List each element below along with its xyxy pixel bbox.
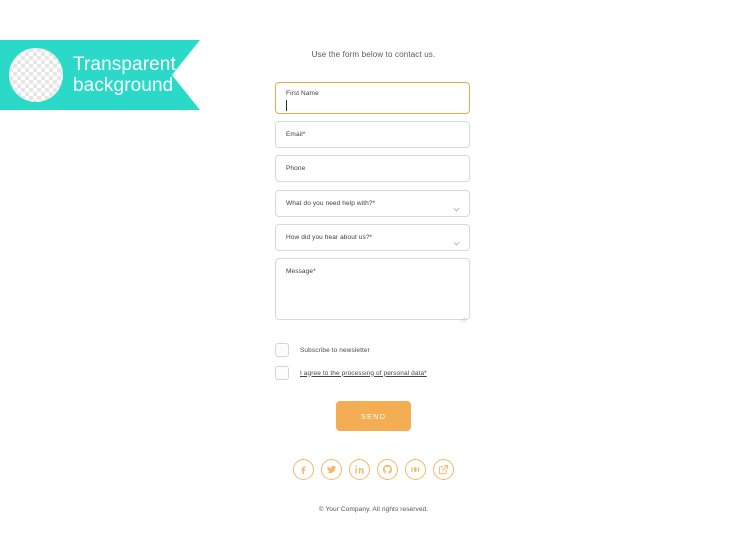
facebook-icon: [298, 464, 309, 475]
phone-label: Phone: [286, 165, 306, 172]
first-name-field[interactable]: First Name: [275, 82, 470, 114]
twitter-icon: [326, 464, 337, 475]
social-link-github[interactable]: [377, 459, 398, 480]
message-label: Message*: [286, 268, 316, 275]
message-textarea[interactable]: Message*: [275, 258, 470, 323]
email-field[interactable]: Email*: [275, 121, 470, 148]
text-cursor: [286, 100, 287, 111]
first-name-label: First Name: [286, 90, 319, 97]
social-link-medium[interactable]: [405, 459, 426, 480]
phone-field[interactable]: Phone: [275, 155, 470, 182]
referral-source-label: How did you hear about us?*: [286, 234, 373, 241]
send-button[interactable]: SEND: [336, 401, 411, 431]
social-link-external[interactable]: [433, 459, 454, 480]
referral-source-select[interactable]: How did you hear about us?*: [275, 224, 470, 251]
gdpr-consent-checkbox[interactable]: [275, 366, 289, 380]
social-link-facebook[interactable]: [293, 459, 314, 480]
external-link-icon: [438, 464, 449, 475]
newsletter-checkbox-label: Subscribe to newsletter: [300, 346, 370, 354]
footer-copyright: © Your Company. All rights reserved.: [318, 506, 429, 513]
resize-handle-icon[interactable]: [460, 310, 467, 323]
social-links: [275, 459, 472, 480]
help-topic-label: What do you need help with?*: [286, 200, 376, 207]
help-topic-select[interactable]: What do you need help with?*: [275, 190, 470, 217]
form-intro-text: Use the form below to contact us.: [311, 50, 436, 59]
linkedin-icon: [354, 464, 365, 475]
chevron-down-icon: [453, 200, 460, 212]
medium-icon: [410, 464, 421, 475]
gdpr-consent-checkbox-row[interactable]: I agree to the processing of personal da…: [275, 366, 427, 380]
contact-form-page: Use the form below to contact us. First …: [0, 0, 750, 550]
chevron-down-icon: [453, 234, 460, 246]
github-icon: [382, 464, 393, 475]
gdpr-consent-link[interactable]: I agree to the processing of personal da…: [300, 370, 427, 377]
newsletter-checkbox[interactable]: [275, 343, 289, 357]
social-link-linkedin[interactable]: [349, 459, 370, 480]
newsletter-checkbox-row[interactable]: Subscribe to newsletter: [275, 343, 370, 357]
social-link-twitter[interactable]: [321, 459, 342, 480]
email-label: Email*: [286, 131, 306, 138]
